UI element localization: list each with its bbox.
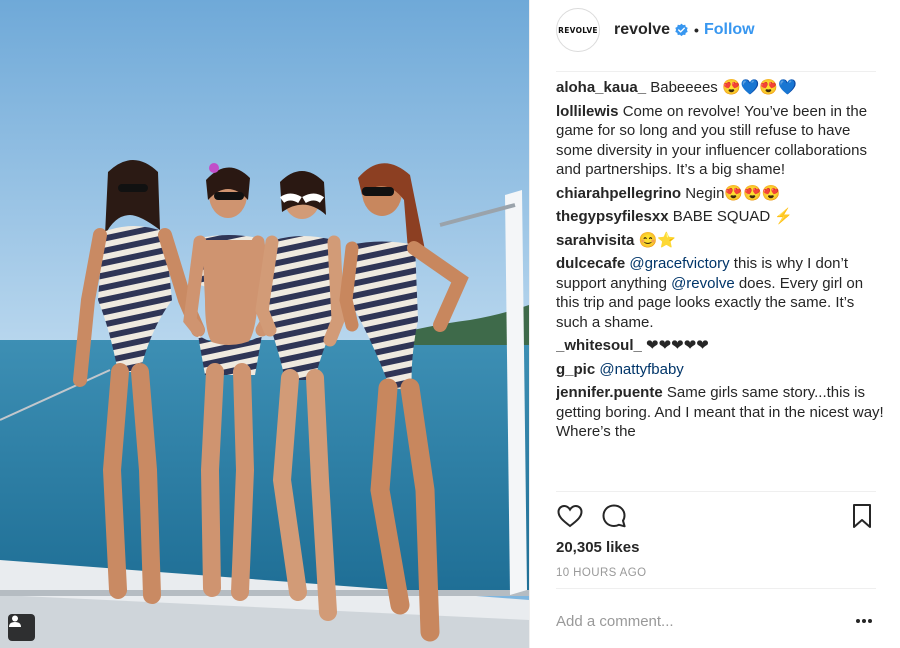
actions-divider	[556, 491, 876, 492]
post-author-username[interactable]: revolve	[614, 21, 670, 39]
comment-item: _whitesoul_ ❤❤❤❤❤	[556, 336, 886, 356]
avatar-logo-text: REVOLVE	[558, 25, 598, 35]
comment-author[interactable]: chiarahpellegrino	[556, 185, 681, 202]
avatar[interactable]: REVOLVE	[556, 8, 600, 52]
add-comment-bar	[556, 604, 876, 638]
comment-author[interactable]: _whitesoul_	[556, 337, 642, 354]
mention-link[interactable]: @revolve	[671, 275, 735, 292]
comment-bubble-icon[interactable]	[600, 502, 628, 530]
follow-button[interactable]: Follow	[704, 21, 755, 39]
comment-author[interactable]: aloha_kaua_	[556, 79, 646, 96]
comment-author[interactable]: g_pic	[556, 361, 595, 378]
post-side-panel: REVOLVE revolve • Follow aloha_kaua_ Bab…	[529, 0, 900, 648]
bookmark-icon[interactable]	[848, 502, 876, 530]
comment-author[interactable]: jennifer.puente	[556, 384, 663, 401]
comment-author[interactable]: dulcecafe	[556, 255, 625, 272]
comment-item: jennifer.puente Same girls same story...…	[556, 383, 886, 442]
comment-author[interactable]: sarahvisita	[556, 232, 634, 249]
heart-icon[interactable]	[556, 502, 584, 530]
comment-text: Babeeees 😍💙😍💙	[646, 79, 797, 96]
post-header: REVOLVE revolve • Follow	[556, 6, 876, 54]
ellipsis-icon[interactable]	[852, 611, 876, 631]
separator-dot: •	[694, 22, 699, 38]
comment-text: BABE SQUAD ⚡	[668, 208, 794, 225]
comment-item: thegypsyfilesxx BABE SQUAD ⚡	[556, 207, 886, 227]
verified-badge-icon	[674, 23, 689, 38]
comment-item: chiarahpellegrino Negin😍😍😍	[556, 184, 886, 204]
post-timestamp: 10 HOURS AGO	[556, 567, 647, 579]
mention-link[interactable]: @nattyfbaby	[599, 361, 683, 378]
comment-author[interactable]: lollilewis	[556, 103, 619, 120]
comment-input[interactable]	[556, 612, 852, 630]
post-photo[interactable]	[0, 0, 529, 648]
comments-list[interactable]: aloha_kaua_ Babeeees 😍💙😍💙 lollilewis Come…	[556, 78, 886, 488]
comment-item: sarahvisita 😊⭐	[556, 231, 886, 251]
photo-illustration	[0, 0, 529, 648]
action-bar	[556, 502, 876, 532]
comment-author[interactable]: thegypsyfilesxx	[556, 208, 669, 225]
comment-text: ❤❤❤❤❤	[641, 337, 709, 354]
comment-box-divider	[556, 588, 876, 589]
mention-link[interactable]: @gracefvictory	[629, 255, 729, 272]
comment-item: g_pic @nattyfbaby	[556, 360, 886, 380]
comment-text: Negin😍😍😍	[681, 184, 781, 202]
comment-item: aloha_kaua_ Babeeees 😍💙😍💙	[556, 78, 886, 98]
header-divider	[556, 71, 876, 72]
comment-text: 😊⭐	[634, 231, 676, 249]
likes-count[interactable]: 20,305 likes	[556, 539, 639, 556]
comment-item: lollilewis Come on revolve! You’ve been …	[556, 102, 886, 180]
user-tag-icon[interactable]	[8, 614, 35, 641]
comment-item: dulcecafe @gracefvictory this is why I d…	[556, 254, 886, 332]
